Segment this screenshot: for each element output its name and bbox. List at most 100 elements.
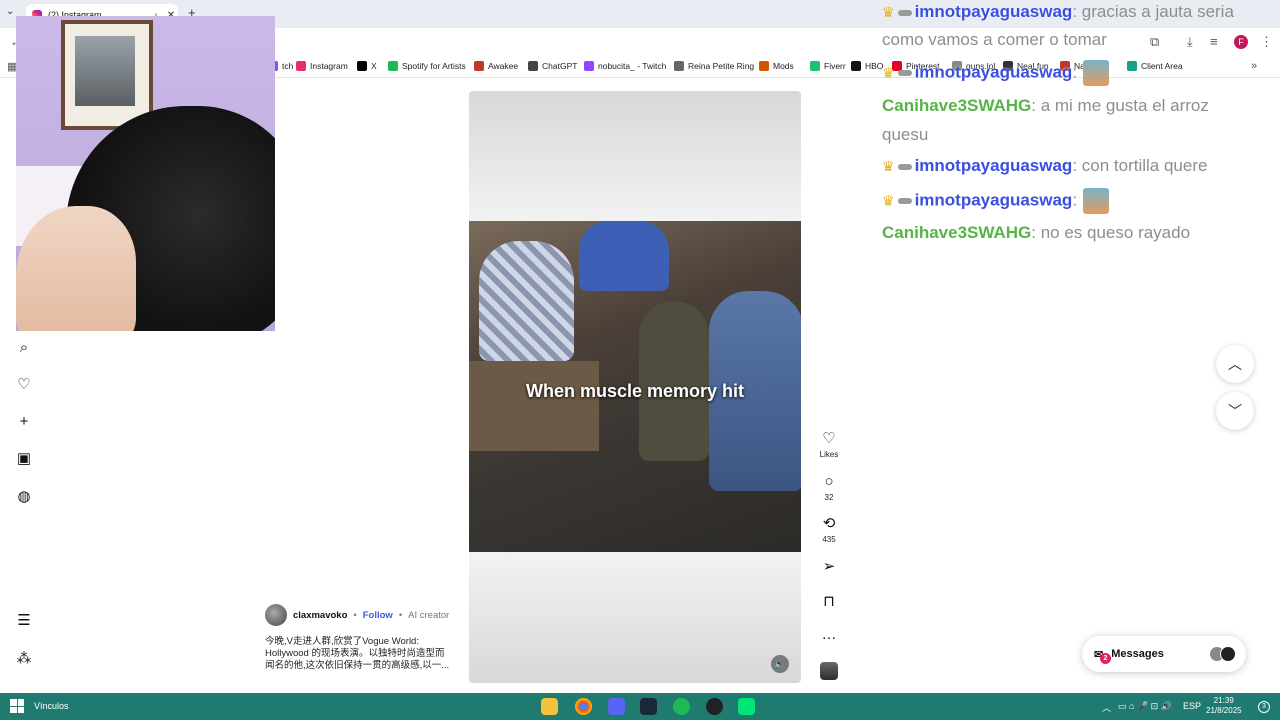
crown-badge-icon: ♛ xyxy=(882,192,895,209)
clock-date: 21/8/2025 xyxy=(1206,706,1242,715)
tray-icons[interactable]: ▭ ⌂ 🎤 ⊡ 🔊 xyxy=(1118,701,1172,712)
repost-action[interactable]: ⟲ 435 xyxy=(815,515,843,544)
bookmark-favicon-icon xyxy=(474,61,484,71)
obs-icon[interactable] xyxy=(706,698,723,715)
clock[interactable]: 21:39 21/8/2025 xyxy=(1206,696,1242,716)
app-green-icon[interactable] xyxy=(738,698,755,715)
messages-button[interactable]: ✉ 2 Messages xyxy=(1082,636,1246,672)
taskbar-toolbar-label[interactable]: Vínculos xyxy=(34,701,69,711)
audio-thumbnail[interactable] xyxy=(820,662,838,680)
save-action[interactable]: ⊓ xyxy=(815,593,843,611)
pill-badge-icon xyxy=(897,9,912,16)
chat-message: Canihave3SWAHG: no es queso rayado xyxy=(882,223,1190,243)
notifications-heart-icon[interactable]: ♡ xyxy=(15,376,33,394)
streamer-hand xyxy=(16,206,136,331)
mute-icon[interactable]: 🔈 xyxy=(771,655,789,673)
profile-icon[interactable]: ◍ xyxy=(15,488,33,506)
previous-reel-button[interactable]: ︿ xyxy=(1216,345,1254,383)
reel-video[interactable]: When muscle memory hit xyxy=(469,221,801,552)
chat-text: : gracias a jauta seria xyxy=(1072,2,1234,21)
bookmark-favicon-icon xyxy=(388,61,398,71)
ai-creator-label: AI creator xyxy=(408,609,450,621)
share-send-icon[interactable]: ➢ xyxy=(815,558,843,576)
follow-button[interactable]: Follow xyxy=(363,610,393,621)
create-plus-icon[interactable]: + xyxy=(15,413,33,431)
bookmark-label: tch xyxy=(282,61,294,71)
bookmark-label: Spotify for Artists xyxy=(402,61,466,71)
media-control-icon[interactable]: ≡ xyxy=(1210,34,1218,49)
bookmark-icon[interactable]: ⊓ xyxy=(815,593,843,611)
crown-badge-icon: ♛ xyxy=(882,4,895,20)
more-options[interactable]: … xyxy=(815,626,843,644)
comment-action[interactable]: ○ 32 xyxy=(815,473,843,502)
reel-description[interactable]: 今晚,V走进人群,欣赏了Vogue World: Hollywood 的现场表演… xyxy=(265,636,450,672)
bookmark-item[interactable]: nobucita_ - Twitch xyxy=(584,61,666,71)
steam-icon[interactable] xyxy=(640,698,657,715)
like-action[interactable]: ♡ Likes xyxy=(815,430,843,459)
chrome-icon[interactable] xyxy=(575,698,592,715)
also-from-meta-icon[interactable]: ⁂ xyxy=(15,650,33,668)
extensions-icon[interactable]: ⧉ xyxy=(1150,34,1159,50)
bookmark-favicon-icon xyxy=(674,61,684,71)
windows-start-icon[interactable] xyxy=(10,699,24,713)
profile-avatar[interactable]: F xyxy=(1234,35,1248,49)
bookmark-label: Mods xyxy=(773,61,794,71)
bookmark-label: Fiverr xyxy=(824,61,846,71)
video-caption: When muscle memory hit xyxy=(525,381,745,401)
bookmark-item[interactable]: Awakee xyxy=(474,61,518,71)
bookmark-favicon-icon xyxy=(528,61,538,71)
repost-icon[interactable]: ⟲ xyxy=(815,515,843,533)
ellipsis-icon[interactable]: … xyxy=(815,626,843,644)
chat-text: : no es queso rayado xyxy=(1031,223,1191,242)
bookmark-favicon-icon xyxy=(584,61,594,71)
bookmark-item[interactable]: X xyxy=(357,61,377,71)
discord-icon[interactable] xyxy=(608,698,625,715)
bookmark-item[interactable]: HBO xyxy=(851,61,883,71)
chat-text: : con tortilla quere xyxy=(1072,156,1208,175)
chat-text: : a mi me gusta el arroz xyxy=(1031,96,1209,115)
messages-badge: 2 xyxy=(1100,652,1111,664)
bookmark-label: Client Area xyxy=(1141,61,1183,71)
spotify-icon[interactable] xyxy=(673,698,690,715)
comments-count: 32 xyxy=(824,493,834,502)
chat-text: quesu xyxy=(882,125,929,144)
bookmark-item[interactable]: Spotify for Artists xyxy=(388,61,466,71)
chat-message: ♛ imnotpayaguaswag: xyxy=(882,188,1110,214)
language-indicator[interactable]: ESP xyxy=(1183,701,1201,711)
comment-icon[interactable]: ○ xyxy=(815,473,843,491)
file-explorer-icon[interactable] xyxy=(541,698,558,715)
bookmark-item[interactable]: Mods xyxy=(759,61,794,71)
chat-message: ♛ imnotpayaguaswag: con tortilla quere xyxy=(882,156,1207,176)
share-action[interactable]: ➢ xyxy=(815,558,843,576)
bookmarks-overflow-icon[interactable]: » xyxy=(1251,60,1257,72)
download-icon[interactable]: ⤓ xyxy=(1187,34,1193,50)
bookmark-item[interactable]: Fiverr xyxy=(810,61,846,71)
notification-center-icon[interactable]: 3 xyxy=(1258,701,1270,713)
search-icon[interactable]: ⌕ xyxy=(15,339,33,357)
menu-kebab-icon[interactable]: ⋮ xyxy=(1260,34,1273,50)
chat-text: como vamos a comer o tomar xyxy=(882,30,1107,49)
bookmark-label: nobucita_ - Twitch xyxy=(598,61,667,71)
bookmark-item[interactable]: Reina Petite Ring xyxy=(674,61,754,71)
chat-username: Canihave3SWAHG xyxy=(882,223,1032,242)
bookmark-item[interactable]: Instagram xyxy=(296,61,348,71)
reel-player[interactable]: When muscle memory hit xyxy=(469,91,801,683)
crown-badge-icon: ♛ xyxy=(882,158,895,174)
pill-badge-icon xyxy=(897,70,912,76)
chat-message: quesu xyxy=(882,125,928,145)
more-menu-icon[interactable]: ☰ xyxy=(15,612,33,630)
bookmark-item[interactable]: Client Area xyxy=(1127,61,1183,71)
tray-chevron-icon[interactable]: ︿ xyxy=(1102,701,1111,714)
creator-avatar[interactable] xyxy=(265,604,287,626)
bookmark-favicon-icon xyxy=(759,61,769,71)
reposts-count: 435 xyxy=(822,535,836,544)
tab-search-icon[interactable]: ⌄ xyxy=(6,6,14,17)
video-person xyxy=(479,241,574,361)
bookmark-item[interactable]: ChatGPT xyxy=(528,61,577,71)
dashboard-icon[interactable]: ▣ xyxy=(15,450,33,468)
creator-name[interactable]: claxmavoko xyxy=(293,610,347,621)
next-reel-button[interactable]: ﹀ xyxy=(1216,392,1254,430)
like-heart-icon[interactable]: ♡ xyxy=(815,430,843,448)
bookmark-label: Instagram xyxy=(310,61,348,71)
bookmark-favicon-icon xyxy=(851,61,861,71)
